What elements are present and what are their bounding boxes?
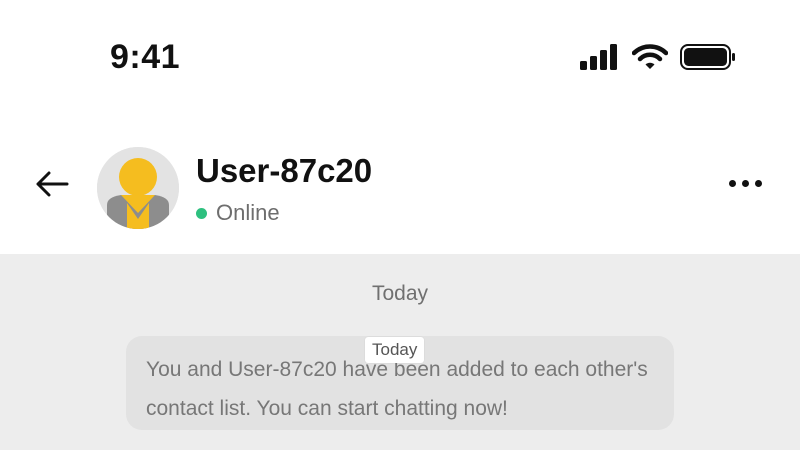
arrow-left-icon — [35, 171, 69, 202]
avatar[interactable] — [97, 147, 179, 229]
status-bar: 9:41 — [0, 0, 800, 110]
more-dot — [755, 180, 762, 187]
more-dot — [742, 180, 749, 187]
wifi-icon — [632, 44, 668, 70]
date-tooltip: Today — [365, 337, 425, 363]
contact-name: User-87c20 — [196, 152, 373, 189]
message-area[interactable]: Today You and User-87c20 have been added… — [0, 254, 800, 450]
online-indicator — [196, 207, 207, 219]
status-icons — [580, 44, 736, 70]
battery-icon — [680, 44, 736, 70]
presence-status: Online — [196, 200, 280, 226]
cellular-signal-icon — [580, 44, 620, 70]
status-time: 9:41 — [110, 38, 181, 76]
chat-header: User-87c20 Online — [0, 120, 800, 254]
date-divider: Today — [371, 282, 429, 305]
back-button[interactable] — [30, 168, 74, 204]
chat-screen: 9:41 User-87c20 Online Today You and Use… — [0, 0, 800, 450]
presence-label: Online — [216, 200, 280, 225]
more-options-button[interactable] — [725, 176, 766, 191]
more-horizontal-icon — [729, 180, 736, 187]
